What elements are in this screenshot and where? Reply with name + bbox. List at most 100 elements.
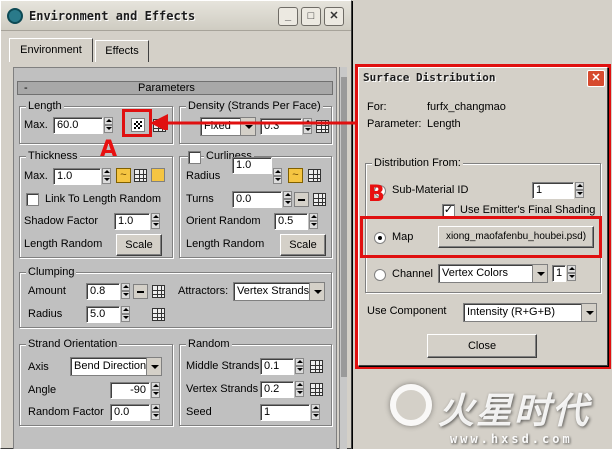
- chevron-down-icon: [309, 283, 324, 300]
- watermark-url: www.hxsd.com: [450, 432, 573, 446]
- submaterial-field[interactable]: 1: [532, 182, 574, 199]
- for-value: furfx_changmao: [427, 101, 506, 113]
- orient-random-spinner[interactable]: [309, 213, 318, 230]
- clumping-dash-icon[interactable]: [133, 284, 148, 299]
- length-max-label: Max.: [24, 119, 48, 131]
- length-max-spinner[interactable]: [104, 117, 113, 134]
- parameter-label: Parameter:: [367, 118, 422, 130]
- use-component-dropdown[interactable]: Intensity (R+G+B): [463, 303, 597, 322]
- thickness-curve-icon[interactable]: ~: [116, 168, 131, 183]
- curliness-checkbox[interactable]: [188, 151, 201, 164]
- curliness-radius-field[interactable]: 1.0: [232, 157, 272, 174]
- strand-orientation-group: Strand Orientation Axis Bend Direction A…: [19, 338, 173, 426]
- link-length-random-label: Link To Length Random: [45, 193, 161, 205]
- minimize-button[interactable]: _: [278, 7, 298, 26]
- clumping-amount-spinner[interactable]: [121, 283, 130, 300]
- clumping-amount-field[interactable]: 0.8: [86, 283, 120, 300]
- link-length-random-checkbox[interactable]: [26, 193, 39, 206]
- env-window-title: Environment and Effects: [29, 9, 196, 23]
- surface-titlebar[interactable]: Surface Distribution ✕: [359, 68, 607, 89]
- angle-label: Angle: [28, 384, 57, 396]
- thickness-grid-icon[interactable]: [134, 169, 147, 182]
- middle-strands-grid-icon[interactable]: [310, 360, 323, 373]
- turns-field[interactable]: 0.0: [232, 191, 282, 208]
- curliness-curve-icon[interactable]: ~: [288, 168, 303, 183]
- shadow-factor-spinner[interactable]: [151, 213, 160, 230]
- axis-value: Bend Direction: [74, 360, 147, 372]
- distribution-group-title: Distribution From:: [372, 157, 463, 169]
- env-close-button[interactable]: ✕: [324, 7, 344, 26]
- chevron-down-icon: [581, 304, 596, 321]
- shadow-factor-field[interactable]: 1.0: [114, 213, 150, 230]
- vertex-strands-grid-icon[interactable]: [310, 383, 323, 396]
- curliness-length-random-label: Length Random: [186, 238, 265, 250]
- watermark: 火星时代 www.hxsd.com: [386, 374, 612, 449]
- for-label: For:: [367, 101, 387, 113]
- submaterial-label: Sub-Material ID: [392, 184, 469, 196]
- rollout-toggle: -: [24, 82, 28, 94]
- clumping-amount-grid-icon[interactable]: [152, 285, 165, 298]
- seed-field[interactable]: 1: [260, 404, 310, 421]
- thickness-group: Thickness Max. 1.0 ~ Link To Length Rand…: [19, 150, 173, 258]
- annotation-arrow: [150, 114, 358, 130]
- thickness-group-title: Thickness: [26, 150, 80, 162]
- thickness-max-field[interactable]: 1.0: [53, 168, 101, 185]
- vertex-strands-label: Vertex Strands: [186, 383, 259, 395]
- clumping-radius-grid-icon[interactable]: [152, 308, 165, 321]
- curliness-scale-button[interactable]: Scale: [280, 234, 326, 256]
- thickness-max-spinner[interactable]: [102, 168, 111, 185]
- tab-environment-label: Environment: [20, 44, 82, 56]
- curliness-grid-icon[interactable]: [308, 169, 321, 182]
- channel-value: Vertex Colors: [442, 267, 509, 279]
- rollout-title: Parameters: [138, 82, 195, 94]
- orient-random-field[interactable]: 0.5: [274, 213, 308, 230]
- submaterial-spinner[interactable]: [575, 182, 584, 199]
- axis-label: Axis: [28, 361, 49, 373]
- seed-spinner[interactable]: [311, 404, 320, 421]
- channel-dropdown[interactable]: Vertex Colors: [438, 264, 548, 283]
- axis-dropdown[interactable]: Bend Direction: [70, 357, 162, 376]
- watermark-brand: 火星时代: [438, 391, 591, 432]
- angle-field[interactable]: -90: [110, 382, 150, 399]
- shadow-factor-label: Shadow Factor: [24, 215, 98, 227]
- middle-strands-spinner[interactable]: [295, 358, 304, 375]
- surface-close-button[interactable]: ✕: [587, 70, 605, 87]
- clumping-group: Clumping Amount 0.8 Radius 5.0 Attractor…: [19, 266, 332, 328]
- vertex-strands-field[interactable]: 0.2: [260, 381, 294, 398]
- tab-environment[interactable]: Environment: [9, 38, 93, 62]
- orient-random-label: Orient Random: [186, 215, 261, 227]
- curliness-group: Curliness Radius 1.0 ~ Turns 0.0 Orient …: [179, 150, 332, 258]
- middle-strands-field[interactable]: 0.1: [260, 358, 294, 375]
- surface-close-dialog-button[interactable]: Close: [427, 334, 537, 358]
- channel-number-field[interactable]: 1: [552, 265, 566, 282]
- rollout-header[interactable]: - Parameters: [17, 81, 333, 95]
- random-group: Random Middle Strands 0.1 Vertex Strands…: [179, 338, 332, 426]
- turns-dash-icon[interactable]: [294, 192, 309, 207]
- channel-radio[interactable]: [374, 269, 386, 281]
- random-factor-spinner[interactable]: [151, 404, 160, 421]
- random-group-title: Random: [186, 338, 232, 350]
- use-component-value: Intensity (R+G+B): [467, 306, 556, 318]
- channel-number-spinner[interactable]: [567, 265, 576, 282]
- vertex-strands-spinner[interactable]: [295, 381, 304, 398]
- strand-orientation-group-title: Strand Orientation: [26, 338, 120, 350]
- attractors-dropdown[interactable]: Vertex Strands: [233, 282, 325, 301]
- curliness-radius-spinner[interactable]: [273, 168, 282, 185]
- thickness-bars-icon[interactable]: [151, 168, 165, 182]
- maximize-button[interactable]: □: [301, 7, 321, 26]
- tab-effects[interactable]: Effects: [95, 40, 149, 62]
- clumping-radius-field[interactable]: 5.0: [86, 306, 120, 323]
- turns-spinner[interactable]: [283, 191, 292, 208]
- env-titlebar[interactable]: Environment and Effects _ □ ✕: [1, 1, 351, 31]
- angle-spinner[interactable]: [151, 382, 160, 399]
- annotation-label-b: B: [368, 182, 385, 207]
- thickness-scale-button[interactable]: Scale: [116, 234, 162, 256]
- clumping-radius-spinner[interactable]: [121, 306, 130, 323]
- random-factor-field[interactable]: 0.0: [110, 404, 150, 421]
- chevron-down-icon: [146, 358, 161, 375]
- watermark-logo-icon: [390, 384, 432, 426]
- chevron-down-icon: [532, 265, 547, 282]
- turns-grid-icon[interactable]: [313, 193, 326, 206]
- use-emitter-label: Use Emitter's Final Shading: [460, 204, 596, 216]
- length-max-field[interactable]: 60.0: [53, 117, 103, 134]
